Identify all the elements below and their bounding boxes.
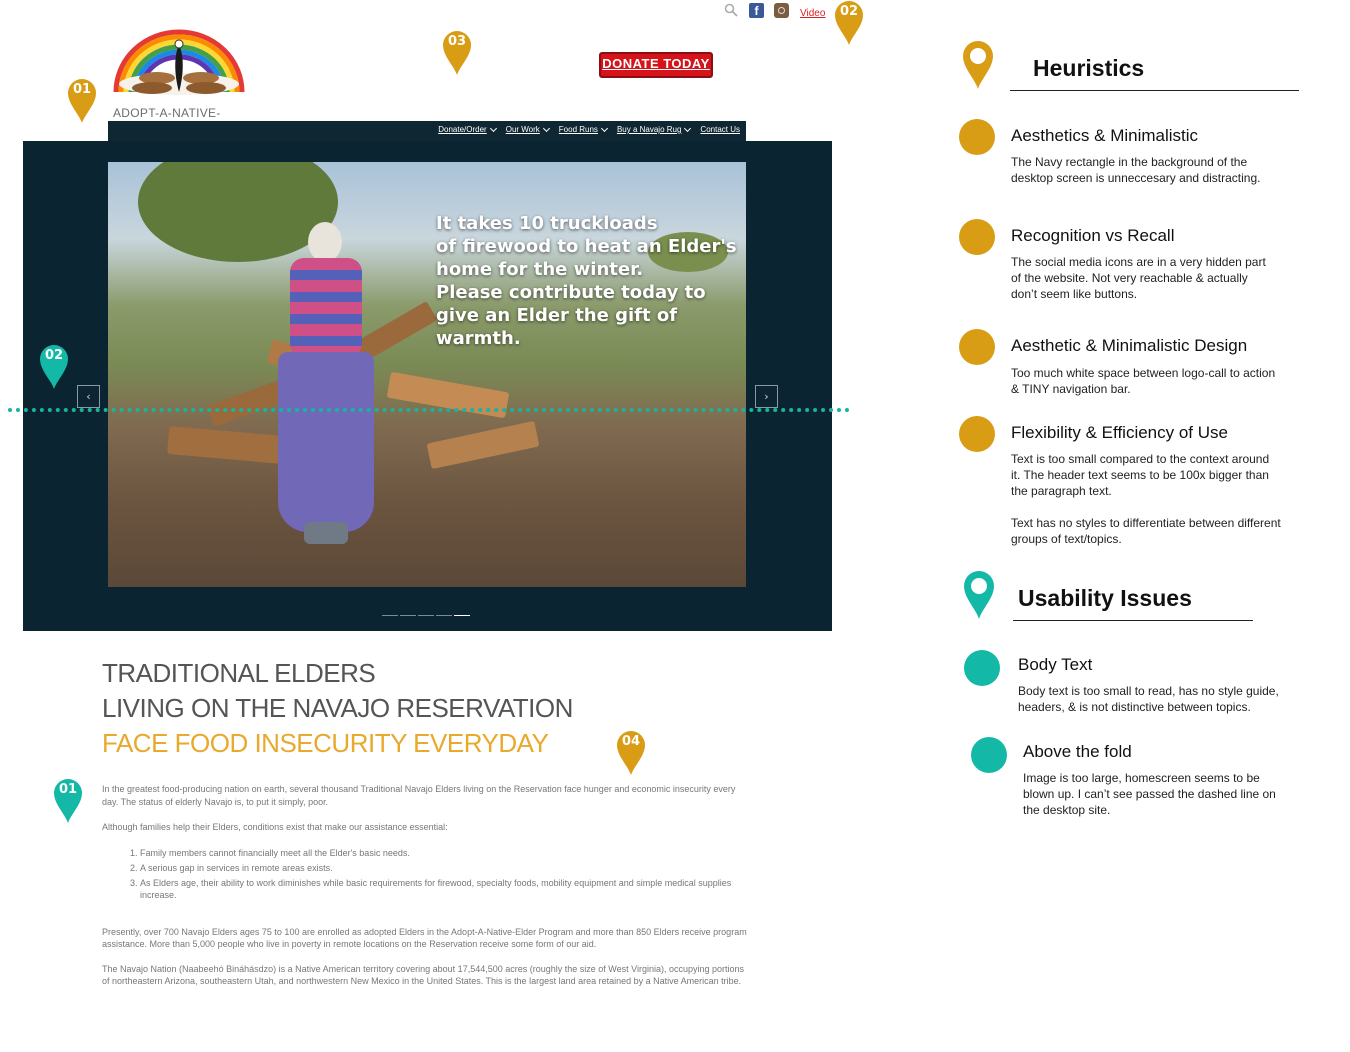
heuristic-bullet-icon: [959, 416, 995, 452]
fold-dashed-line: [8, 408, 850, 412]
paragraph-4: The Navajo Nation (Naabeehó Bináhásdzo) …: [102, 963, 745, 987]
donate-today-button[interactable]: DONATE TODAY: [599, 52, 713, 78]
headline-line-2: LIVING ON THE NAVAJO RESERVATION: [102, 693, 573, 723]
heuristics-title: Heuristics: [1033, 55, 1145, 81]
list-item: A serious gap in services in remote area…: [140, 862, 747, 875]
paragraph-3: Presently, over 700 Navajo Elders ages 7…: [102, 926, 747, 950]
assistance-list: Family members cannot financially meet a…: [102, 847, 747, 902]
heuristic-desc: The Navy rectangle in the background of …: [1011, 155, 1261, 185]
heuristic-title: Aesthetic & Minimalistic Design: [1011, 336, 1248, 355]
heuristic-bullet-icon: [959, 329, 995, 365]
article-headline: TRADITIONAL ELDERS LIVING ON THE NAVAJO …: [102, 656, 662, 761]
site-logo[interactable]: ADOPT-A-NATIVE-ELDER: [112, 26, 247, 134]
nav-label: Donate/Order: [438, 125, 487, 134]
usability-title: Usability Issues: [1018, 585, 1192, 611]
usability-header-pin-icon: [963, 570, 995, 625]
list-item: Family members cannot financially meet a…: [140, 847, 747, 860]
headline-line-1: TRADITIONAL ELDERS: [102, 658, 376, 688]
nav-label: Contact Us: [700, 125, 740, 134]
carousel-dot-active[interactable]: [454, 615, 470, 616]
chevron-down-icon: [542, 124, 550, 132]
pin-number: 02: [44, 348, 64, 363]
gold-pin-04: 04: [616, 730, 646, 776]
heuristic-bullet-icon: [959, 119, 995, 155]
nav-donate-order[interactable]: Donate/Order: [438, 124, 497, 134]
facebook-icon[interactable]: f: [749, 3, 764, 18]
usability-item-title: Body Text: [1018, 655, 1093, 674]
gold-pin-02: 02: [834, 0, 864, 46]
carousel-next-button[interactable]: ›: [755, 385, 778, 408]
pin-number: 01: [58, 782, 78, 797]
carousel-dot[interactable]: [418, 615, 434, 616]
usability-item-title: Above the fold: [1023, 742, 1132, 761]
pin-number: 02: [839, 4, 859, 19]
nav-label: Buy a Navajo Rug: [616, 125, 682, 134]
usability-bullet-icon: [964, 650, 1000, 686]
carousel-dot[interactable]: [436, 615, 452, 616]
heuristic-desc: Text is too small compared to the contex…: [1011, 452, 1270, 498]
usability-bullet-icon: [971, 737, 1007, 773]
pin-number: 03: [447, 34, 467, 49]
nav-our-work[interactable]: Our Work: [505, 124, 550, 134]
gold-pin-01: 01: [67, 78, 97, 124]
chevron-down-icon: [489, 124, 497, 132]
carousel-prev-button[interactable]: ‹: [77, 385, 100, 408]
teal-pin-01: 01: [53, 778, 83, 824]
heuristic-desc-2: Text has no styles to differentiate betw…: [1011, 516, 1281, 546]
article-body: In the greatest food-producing nation on…: [102, 783, 747, 988]
chevron-down-icon: [600, 124, 608, 132]
pin-number: 01: [72, 82, 92, 97]
hero-slide-image: It takes 10 truckloads of firewood to he…: [108, 162, 746, 587]
nav-buy-navajo-rug[interactable]: Buy a Navajo Rug: [616, 124, 692, 134]
list-item: As Elders age, their ability to work dim…: [140, 877, 747, 902]
gold-pin-03: 03: [442, 30, 472, 76]
nav-label: Food Runs: [558, 125, 598, 134]
heuristic-title: Recognition vs Recall: [1011, 226, 1175, 245]
main-navigation: Donate/Order Our Work Food Runs Buy a Na…: [108, 121, 746, 141]
usability-item-desc: Image is too large, homescreen seems to …: [1023, 771, 1276, 817]
teal-pin-02: 02: [39, 344, 69, 390]
carousel-dot[interactable]: [382, 615, 398, 616]
heuristic-title: Flexibility & Efficiency of Use: [1011, 423, 1228, 442]
nav-contact-us[interactable]: Contact Us: [700, 125, 740, 134]
headline-line-3: FACE FOOD INSECURITY EVERYDAY: [102, 728, 549, 758]
carousel-dot[interactable]: [400, 615, 416, 616]
paragraph-2: Although families help their Elders, con…: [102, 822, 448, 832]
video-link[interactable]: Video: [800, 8, 825, 19]
carousel-indicators[interactable]: [382, 615, 470, 616]
nav-label: Our Work: [505, 125, 540, 134]
heuristics-header-pin-icon: [962, 40, 994, 95]
rainbow-logo-icon: [113, 29, 245, 95]
nav-food-runs[interactable]: Food Runs: [558, 124, 608, 134]
search-icon[interactable]: [724, 3, 738, 17]
heuristic-title: Aesthetics & Minimalistic: [1011, 126, 1199, 145]
heuristic-desc: Too much white space between logo-call t…: [1011, 366, 1276, 396]
pin-number: 04: [621, 734, 641, 749]
heuristic-desc: The social media icons are in a very hid…: [1011, 255, 1266, 301]
elder-figure: [278, 222, 378, 552]
chevron-down-icon: [684, 124, 692, 132]
hero-headline: It takes 10 truckloads of firewood to he…: [436, 213, 737, 349]
paragraph-1: In the greatest food-producing nation on…: [102, 784, 736, 807]
heuristic-bullet-icon: [959, 219, 995, 255]
usability-rule: [1013, 620, 1253, 621]
instagram-icon[interactable]: [774, 3, 789, 18]
heuristics-rule: [1010, 90, 1299, 91]
usability-item-desc: Body text is too small to read, has no s…: [1018, 684, 1279, 714]
